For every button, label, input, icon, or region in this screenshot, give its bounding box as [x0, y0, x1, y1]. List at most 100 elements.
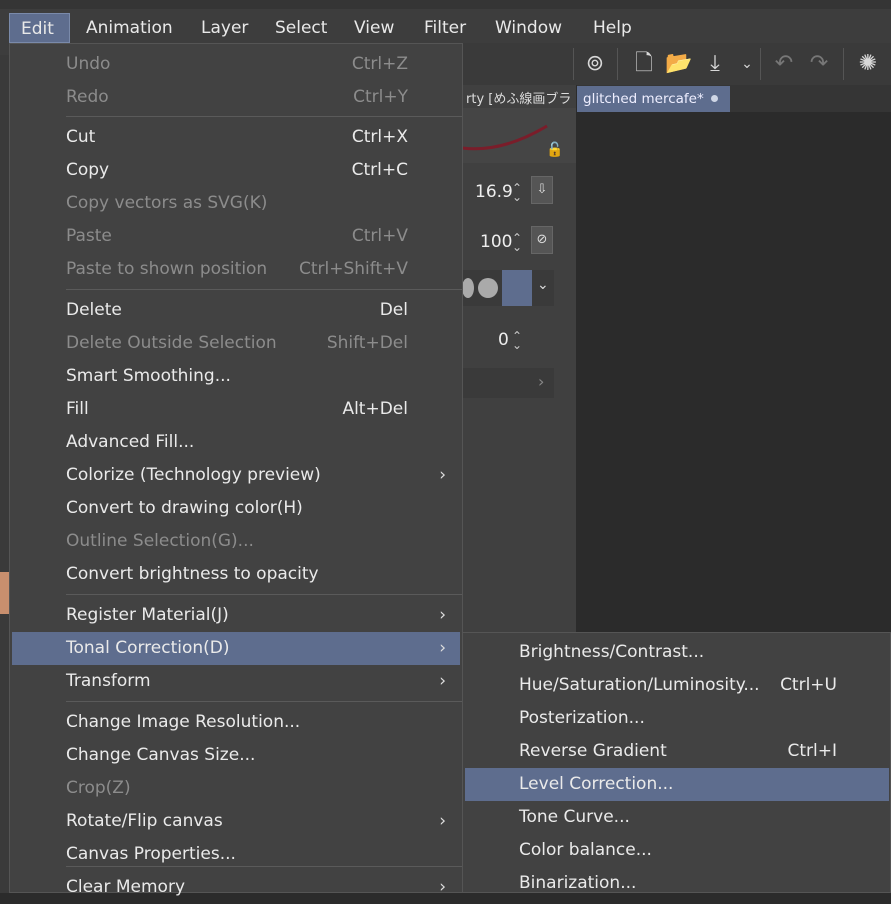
menubar-animation[interactable]: Animation — [75, 13, 179, 43]
submenu-item-brightness-contrast[interactable]: Brightness/Contrast... — [465, 636, 889, 669]
aa-none-icon[interactable] — [462, 278, 474, 298]
menu-item-label: Copy vectors as SVG(K) — [66, 193, 268, 213]
menubar-layer[interactable]: Layer — [190, 13, 254, 43]
undo-icon[interactable]: ↶ — [770, 50, 798, 78]
title-strip — [0, 0, 891, 9]
chevron-down-icon[interactable]: ⌄ — [537, 277, 549, 293]
toolbar-separator — [617, 48, 618, 80]
submenu-item-posterization[interactable]: Posterization... — [465, 702, 889, 735]
unsaved-indicator-icon — [711, 95, 718, 102]
menu-item-smart-smoothing[interactable]: Smart Smoothing... — [12, 360, 460, 393]
submenu-item-binarization[interactable]: Binarization... — [465, 867, 889, 900]
color-swatch[interactable] — [0, 572, 9, 614]
menu-item-colorize-technology-preview[interactable]: Colorize (Technology preview) › — [12, 459, 460, 492]
menu-item-label: Paste — [66, 226, 112, 246]
menu-item-label: Convert to drawing color(H) — [66, 498, 303, 518]
opacity-toggle-icon[interactable]: ⊘ — [531, 226, 553, 254]
menu-item-shortcut: Del — [379, 300, 408, 320]
menu-item-change-canvas-size[interactable]: Change Canvas Size... — [12, 739, 460, 772]
menu-item-copy-vectors-as-svg-k[interactable]: Copy vectors as SVG(K) — [12, 187, 460, 220]
brush-preview: 🔓 — [461, 108, 576, 163]
document-tab[interactable]: glitched mercafe* — [577, 86, 730, 112]
menubar-select[interactable]: Select — [264, 13, 334, 43]
lock-icon[interactable]: 🔓 — [546, 142, 563, 158]
anti-alias-selector[interactable]: ⌄ — [462, 270, 554, 306]
save-icon[interactable]: ⤓ — [701, 50, 729, 78]
submenu-item-hue-saturation-luminosity[interactable]: Hue/Saturation/Luminosity... Ctrl+U — [465, 669, 889, 702]
tonal-correction-submenu: Brightness/Contrast... Hue/Saturation/Lum… — [462, 632, 891, 893]
menu-item-tonal-correction-d[interactable]: Tonal Correction(D) › — [12, 632, 460, 665]
menu-separator — [66, 594, 462, 595]
menu-item-change-image-resolution[interactable]: Change Image Resolution... — [12, 706, 460, 739]
redo-icon[interactable]: ↷ — [805, 50, 833, 78]
menu-item-register-material-j[interactable]: Register Material(J) › — [12, 599, 460, 632]
brush-size-spinner[interactable]: ⌃ ⌄ — [512, 182, 522, 203]
menu-item-rotate-flip-canvas[interactable]: Rotate/Flip canvas › — [12, 805, 460, 838]
submenu-item-tone-curve[interactable]: Tone Curve... — [465, 801, 889, 834]
menu-item-label: Undo — [66, 54, 111, 74]
menu-item-copy[interactable]: Copy Ctrl+C — [12, 154, 460, 187]
menu-item-transform[interactable]: Transform › — [12, 665, 460, 698]
menu-item-cut[interactable]: Cut Ctrl+X — [12, 121, 460, 154]
submenu-item-label: Binarization... — [519, 873, 637, 893]
menu-item-shortcut: Ctrl+V — [351, 226, 408, 246]
document-tab-title: glitched mercafe* — [583, 91, 704, 107]
opacity-spinner[interactable]: ⌃ ⌄ — [512, 232, 522, 253]
menu-item-label: Redo — [66, 87, 109, 107]
new-canvas-icon[interactable]: 🗋 — [630, 50, 658, 78]
menubar-edit[interactable]: Edit — [9, 13, 70, 43]
chevron-right-icon: › — [439, 605, 446, 625]
menubar-help[interactable]: Help — [582, 13, 634, 43]
menu-item-outline-selection-g[interactable]: Outline Selection(G)... — [12, 525, 460, 558]
menu-item-label: Delete — [66, 300, 122, 320]
menu-item-clear-memory[interactable]: Clear Memory › — [12, 871, 460, 904]
menu-item-delete-outside-selection[interactable]: Delete Outside Selection Shift+Del — [12, 327, 460, 360]
chevron-down-icon[interactable]: ⌄ — [733, 50, 761, 78]
menu-item-shortcut: Ctrl+C — [351, 160, 408, 180]
opacity-value[interactable]: 100 — [480, 232, 512, 252]
clip-studio-icon[interactable]: ⊚ — [581, 50, 609, 78]
menu-item-fill[interactable]: Fill Alt+Del — [12, 393, 460, 426]
menu-item-canvas-properties[interactable]: Canvas Properties... — [12, 838, 460, 871]
submenu-item-label: Color balance... — [519, 840, 652, 860]
edit-menu: Undo Ctrl+Z Redo Ctrl+Y Cut Ctrl+X Copy Ctrl+C C… — [9, 43, 463, 897]
open-folder-icon[interactable]: 📂 — [665, 50, 693, 78]
chevron-right-icon[interactable]: › — [538, 372, 544, 391]
aa-weak-icon[interactable] — [478, 278, 498, 298]
menu-item-redo[interactable]: Redo Ctrl+Y — [12, 81, 460, 114]
chevron-right-icon: › — [439, 638, 446, 658]
menu-item-paste-to-shown-position[interactable]: Paste to shown position Ctrl+Shift+V — [12, 253, 460, 286]
brush-size-value[interactable]: 16.9 — [475, 182, 513, 202]
third-value-spinner[interactable]: ⌃ ⌄ — [512, 330, 522, 351]
menu-item-paste[interactable]: Paste Ctrl+V — [12, 220, 460, 253]
menu-item-advanced-fill[interactable]: Advanced Fill... — [12, 426, 460, 459]
menu-item-label: Register Material(J) — [66, 605, 229, 625]
menu-item-crop-z[interactable]: Crop(Z) — [12, 772, 460, 805]
menubar-filter[interactable]: Filter — [413, 13, 475, 43]
submenu-item-label: Hue/Saturation/Luminosity... — [519, 675, 760, 695]
brush-tip-strip[interactable]: › — [462, 368, 554, 398]
submenu-item-level-correction[interactable]: Level Correction... — [465, 768, 889, 801]
menu-item-convert-brightness-to-opacity[interactable]: Convert brightness to opacity — [12, 558, 460, 591]
menu-item-convert-to-drawing-color-h[interactable]: Convert to drawing color(H) — [12, 492, 460, 525]
aa-medium-icon[interactable] — [502, 270, 532, 306]
menu-item-label: Outline Selection(G)... — [66, 531, 254, 551]
submenu-item-reverse-gradient[interactable]: Reverse Gradient Ctrl+I — [465, 735, 889, 768]
menu-item-label: Convert brightness to opacity — [66, 564, 319, 584]
menubar-view[interactable]: View — [343, 13, 403, 43]
submenu-item-label: Brightness/Contrast... — [519, 642, 705, 662]
menubar-window[interactable]: Window — [484, 13, 572, 43]
third-value[interactable]: 0 — [498, 330, 509, 350]
submenu-item-shortcut: Ctrl+I — [787, 741, 837, 761]
menu-item-shortcut: Ctrl+Y — [353, 87, 408, 107]
menu-item-delete[interactable]: Delete Del — [12, 294, 460, 327]
submenu-item-label: Tone Curve... — [519, 807, 630, 827]
menu-item-undo[interactable]: Undo Ctrl+Z — [12, 48, 460, 81]
submenu-item-label: Reverse Gradient — [519, 741, 667, 761]
download-icon[interactable]: ⇩ — [531, 176, 553, 204]
toolbar-separator — [760, 48, 761, 80]
chevron-right-icon: › — [439, 465, 446, 485]
menu-item-label: Copy — [66, 160, 110, 180]
chevron-right-icon: › — [439, 811, 446, 831]
submenu-item-color-balance[interactable]: Color balance... — [465, 834, 889, 867]
